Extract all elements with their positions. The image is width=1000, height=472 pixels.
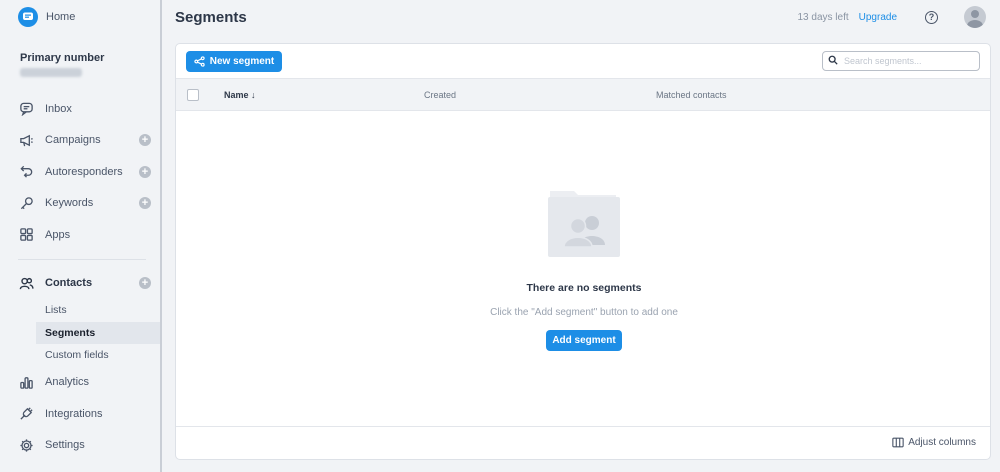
add-contact-icon[interactable]: + xyxy=(139,277,151,290)
sidebar-item-apps[interactable]: Apps xyxy=(0,219,160,251)
sidebar-item-label: Campaigns xyxy=(45,134,101,147)
column-header-created[interactable]: Created xyxy=(424,90,456,100)
column-header-name[interactable]: Name ↓ xyxy=(224,90,256,100)
search-box[interactable] xyxy=(822,51,980,71)
sidebar-item-label: Integrations xyxy=(45,407,103,420)
columns-icon xyxy=(892,437,904,448)
add-segment-button[interactable]: Add segment xyxy=(546,330,622,351)
upgrade-link[interactable]: Upgrade xyxy=(859,12,897,23)
segment-share-icon xyxy=(194,56,205,67)
empty-folder-icon xyxy=(546,189,622,259)
sidebar: Home Primary number Inbox Campaigns + Au… xyxy=(0,0,162,472)
sidebar-item-autoresponders[interactable]: Autoresponders + xyxy=(0,156,160,188)
table-footer: Adjust columns xyxy=(176,426,990,459)
sidebar-item-integrations[interactable]: Integrations xyxy=(0,398,160,430)
column-header-matched-contacts[interactable]: Matched contacts xyxy=(656,90,727,100)
logo-icon xyxy=(18,7,38,27)
empty-state-subtitle: Click the "Add segment" button to add on… xyxy=(490,307,678,318)
add-keyword-icon[interactable]: + xyxy=(139,197,151,210)
sidebar-item-keywords[interactable]: Keywords + xyxy=(0,188,160,220)
home-label: Home xyxy=(46,11,76,23)
sidebar-item-label: Apps xyxy=(45,228,71,241)
toolbar: New segment xyxy=(176,44,990,78)
add-autoresponder-icon[interactable]: + xyxy=(139,165,151,178)
new-segment-label: New segment xyxy=(209,56,275,67)
home-link[interactable]: Home xyxy=(0,2,160,32)
sidebar-item-label: Settings xyxy=(45,439,85,452)
header-right: 13 days left Upgrade ? xyxy=(797,6,986,28)
segments-card: New segment Name ↓ Created Matched conta… xyxy=(175,43,991,460)
add-campaign-icon[interactable]: + xyxy=(139,134,151,147)
megaphone-icon xyxy=(18,132,35,149)
primary-number-title: Primary number xyxy=(20,52,105,64)
table-header: Name ↓ Created Matched contacts xyxy=(176,78,990,111)
sidebar-subitem-segments[interactable]: Segments xyxy=(36,321,160,344)
primary-number-block: Primary number xyxy=(0,32,160,77)
select-all-checkbox[interactable] xyxy=(187,89,199,101)
main-nav: Inbox Campaigns + Autoresponders + Keywo… xyxy=(0,93,160,461)
primary-number-value xyxy=(20,68,82,77)
trial-remaining: 13 days left xyxy=(797,11,849,23)
sidebar-subitem-custom-fields[interactable]: Custom fields xyxy=(0,344,160,367)
sidebar-item-label: Contacts xyxy=(45,277,93,290)
key-icon xyxy=(18,195,35,212)
sidebar-item-inbox[interactable]: Inbox xyxy=(0,93,160,125)
reply-icon xyxy=(18,163,35,180)
adjust-columns-label: Adjust columns xyxy=(908,437,976,448)
avatar[interactable] xyxy=(964,6,986,28)
nav-divider xyxy=(18,258,146,260)
page-title: Segments xyxy=(175,9,247,26)
grid-icon xyxy=(18,226,35,243)
gear-icon xyxy=(18,437,35,454)
new-segment-button[interactable]: New segment xyxy=(186,51,282,72)
search-icon xyxy=(828,55,838,68)
adjust-columns-button[interactable]: Adjust columns xyxy=(892,437,976,448)
chat-bubble-icon xyxy=(18,100,35,117)
contacts-icon xyxy=(18,275,35,292)
sidebar-item-campaigns[interactable]: Campaigns + xyxy=(0,125,160,157)
sidebar-item-label: Inbox xyxy=(45,102,72,115)
sidebar-item-contacts[interactable]: Contacts + xyxy=(0,268,160,300)
sidebar-item-analytics[interactable]: Analytics xyxy=(0,367,160,399)
plug-icon xyxy=(18,405,35,422)
sidebar-item-label: Analytics xyxy=(45,376,90,389)
bar-chart-icon xyxy=(18,374,35,391)
empty-state: There are no segments Click the "Add seg… xyxy=(176,189,990,351)
sidebar-subitem-lists[interactable]: Lists xyxy=(0,299,160,322)
empty-state-title: There are no segments xyxy=(526,282,642,294)
sidebar-item-label: Autoresponders xyxy=(45,165,123,178)
help-icon[interactable]: ? xyxy=(925,10,938,24)
sidebar-item-settings[interactable]: Settings xyxy=(0,430,160,462)
search-input[interactable] xyxy=(844,56,969,66)
sidebar-item-label: Keywords xyxy=(45,197,94,210)
